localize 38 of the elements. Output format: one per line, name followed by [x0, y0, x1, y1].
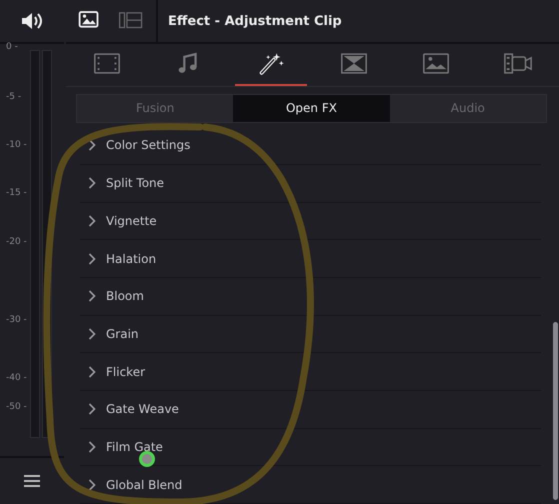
chevron-icon[interactable] — [88, 328, 96, 340]
meter-scale-label: -5 - — [6, 92, 22, 102]
effect-name[interactable]: Split Tone — [106, 176, 164, 190]
chevron-icon[interactable] — [88, 478, 96, 491]
effect-name[interactable]: Bloom — [106, 289, 144, 304]
film-icon — [92, 51, 122, 76]
meter-scale-label: -40 - — [6, 373, 27, 383]
speaker-icon[interactable] — [21, 12, 43, 30]
meter-scale-label: -20 - — [6, 237, 27, 247]
chevron-icon[interactable] — [88, 366, 96, 378]
bowtie-frame-icon — [338, 51, 369, 76]
meter-scale-label: -30 - — [6, 315, 27, 325]
effect-name[interactable]: Grain — [106, 326, 139, 341]
chevron-icon[interactable] — [88, 403, 96, 416]
landscape-icon — [420, 51, 451, 76]
menu-icon[interactable] — [24, 474, 40, 488]
effect-name[interactable]: Global Blend — [106, 478, 182, 492]
effect-name[interactable]: Vignette — [106, 214, 157, 228]
chevron-icon[interactable] — [88, 440, 96, 453]
effect-name[interactable]: Flicker — [106, 364, 146, 379]
effect-name[interactable]: Film Gate — [106, 440, 163, 454]
chevron-icon[interactable] — [88, 214, 96, 227]
meter-scale-label: 0 - — [6, 42, 18, 52]
subtab[interactable]: Open FX — [233, 94, 390, 122]
effect-name[interactable]: Gate Weave — [106, 402, 179, 416]
panel-title: Effect - Adjustment Clip — [167, 14, 342, 28]
film-camera-icon — [502, 51, 533, 76]
chevron-icon[interactable] — [88, 252, 96, 265]
meter-scale-label: -50 - — [6, 402, 27, 412]
meter-scale-label: -10 - — [6, 140, 27, 150]
chevron-icon[interactable] — [88, 139, 96, 152]
scrollbar[interactable] — [553, 322, 558, 500]
meter-scale-label: -15 - — [6, 188, 27, 198]
effect-name[interactable]: Color Settings — [106, 138, 190, 152]
chevron-icon[interactable] — [88, 290, 96, 302]
cursor-icon — [139, 451, 155, 467]
effect-name[interactable]: Halation — [106, 252, 156, 266]
chevron-icon[interactable] — [88, 177, 96, 190]
